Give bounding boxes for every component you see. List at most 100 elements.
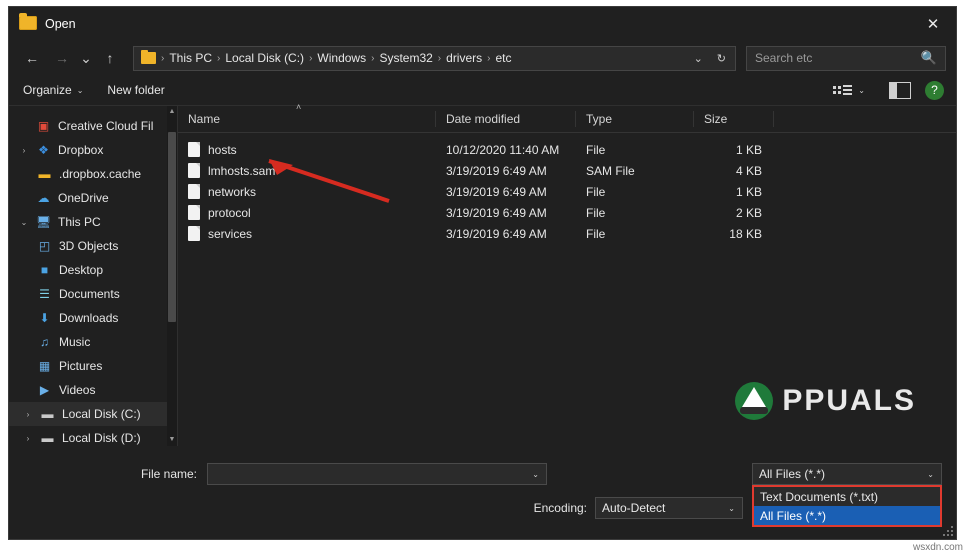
column-header-size[interactable]: Size [694, 111, 774, 127]
table-row[interactable]: services 3/19/2019 6:49 AM File 18 KB [178, 223, 956, 244]
chevron-icon[interactable]: › [23, 434, 33, 443]
drive-icon: ▬ [41, 407, 54, 421]
recent-locations-button[interactable]: ⌄ [79, 45, 93, 71]
chevron-down-icon[interactable]: ⌄ [721, 504, 742, 513]
view-options-button[interactable]: ⌄ [831, 82, 875, 98]
sidebar-item-documents[interactable]: ☰ Documents [9, 282, 177, 306]
encoding-select[interactable]: Auto-Detect ⌄ [595, 497, 743, 519]
help-icon[interactable]: ? [925, 80, 944, 100]
sidebar-item-videos[interactable]: ▶ Videos [9, 378, 177, 402]
sidebar-item-downloads[interactable]: ⬇ Downloads [9, 306, 177, 330]
organize-button[interactable]: Organize ⌄ [21, 83, 93, 97]
breadcrumb-item-0[interactable]: This PC [165, 51, 216, 65]
refresh-icon[interactable]: ↻ [710, 52, 733, 65]
chevron-down-icon[interactable]: ⌄ [525, 470, 546, 479]
new-folder-button[interactable]: New folder [93, 83, 174, 97]
file-type-option-text-documents[interactable]: Text Documents (*.txt) [754, 487, 940, 506]
sidebar-item-label: Desktop [59, 263, 104, 277]
breadcrumb-item-4[interactable]: drivers [442, 51, 486, 65]
file-date-cell: 3/19/2019 6:49 AM [446, 163, 547, 178]
encoding-value: Auto-Detect [602, 501, 666, 515]
file-date-cell: 3/19/2019 6:49 AM [446, 184, 547, 199]
address-bar[interactable]: › This PC › Local Disk (C:) › Windows › … [133, 45, 736, 71]
chevron-down-icon[interactable]: ⌄ [920, 470, 941, 479]
scroll-up-icon[interactable]: ▲ [167, 106, 177, 118]
forward-button[interactable]: → [49, 45, 75, 71]
breadcrumb-item-3[interactable]: System32 [375, 51, 436, 65]
chevron-icon[interactable]: ⌄ [19, 218, 29, 227]
organize-label: Organize [23, 83, 72, 97]
file-name-cell[interactable]: services [178, 226, 436, 241]
file-name-cell[interactable]: protocol [178, 205, 436, 220]
sidebar-item-dropbox[interactable]: › ❖ Dropbox [9, 138, 177, 162]
computer-icon: 🖥 [35, 215, 52, 229]
file-name-input[interactable]: ⌄ [207, 463, 547, 485]
up-button[interactable]: ↑ [97, 45, 123, 71]
back-button[interactable]: ← [19, 45, 45, 71]
annotation-arrow [268, 159, 390, 203]
documents-icon: ☰ [39, 287, 50, 301]
navigation-bar: ← → ⌄ ↑ › This PC › Local Disk (C:) › Wi… [9, 41, 956, 75]
sidebar-item-creative-cloud[interactable]: ▣ Creative Cloud Fil [9, 114, 177, 138]
file-size-cell: 1 KB [735, 184, 762, 199]
preview-pane-icon[interactable] [889, 81, 911, 99]
sidebar-item-onedrive[interactable]: ☁ OneDrive [9, 186, 177, 210]
resize-grip[interactable] [943, 526, 953, 536]
sidebar-item-desktop[interactable]: ■ Desktop [9, 258, 177, 282]
watermark: PPUALS [734, 381, 916, 421]
sidebar-item-label: Pictures [59, 359, 103, 373]
column-header-type[interactable]: Type [576, 111, 694, 127]
chevron-down-icon[interactable]: ⌄ [687, 52, 710, 65]
sidebar-item-local-disk-c[interactable]: › ▬ Local Disk (C:) [9, 402, 177, 426]
file-name-label: protocol [208, 205, 251, 220]
breadcrumb-item-1[interactable]: Local Disk (C:) [221, 51, 308, 65]
file-type-option-all-files[interactable]: All Files (*.*) [754, 506, 940, 525]
close-icon[interactable]: ✕ [910, 7, 956, 41]
column-header-name[interactable]: Name ˄ [178, 102, 436, 127]
sidebar-item-label: Creative Cloud Fil [58, 119, 154, 133]
sidebar-item-pictures[interactable]: ▦ Pictures [9, 354, 177, 378]
file-icon [188, 205, 200, 220]
sidebar-item-3d-objects[interactable]: ◰ 3D Objects [9, 234, 177, 258]
chevron-icon[interactable]: › [23, 410, 33, 419]
chevron-icon[interactable]: › [19, 146, 29, 155]
view-icon [833, 82, 853, 98]
pictures-icon: ▦ [38, 359, 51, 373]
sidebar-scrollbar[interactable]: ▲ ▼ [167, 106, 177, 446]
sidebar-item-label: Downloads [59, 311, 119, 325]
file-icon [188, 142, 200, 157]
sidebar-item-label: Local Disk (C:) [62, 407, 141, 421]
sidebar-item-this-pc[interactable]: ⌄ 🖥 This PC [9, 210, 177, 234]
breadcrumb-item-2[interactable]: Windows [313, 51, 370, 65]
file-type-cell: File [586, 184, 606, 199]
breadcrumb-item-5[interactable]: etc [492, 51, 516, 65]
sort-ascending-icon: ˄ [296, 102, 302, 112]
sidebar-item-music[interactable]: ♫ Music [9, 330, 177, 354]
file-date-cell: 3/19/2019 6:49 AM [446, 226, 547, 241]
search-input[interactable]: Search etc 🔍 [746, 45, 946, 71]
file-name-label: hosts [208, 142, 237, 157]
source-watermark: wsxdn.com [912, 542, 963, 553]
file-size-cell: 18 KB [729, 226, 762, 241]
encoding-label: Encoding: [533, 501, 587, 515]
title-bar: Open ✕ [9, 7, 956, 41]
file-icon [188, 184, 200, 199]
column-header-date-modified[interactable]: Date modified [436, 111, 576, 127]
videos-icon: ▶ [39, 383, 50, 397]
column-label: Date modified [446, 112, 521, 126]
sidebar-item-dropbox-cache[interactable]: ▬ .dropbox.cache [9, 162, 177, 186]
file-type-options-list[interactable]: Text Documents (*.txt) All Files (*.*) [752, 485, 942, 527]
file-type-select[interactable]: All Files (*.*) ⌄ [752, 463, 942, 485]
navigation-pane: ▣ Creative Cloud Fil › ❖ Dropbox ▬ .drop… [9, 106, 178, 446]
creative-cloud-icon: ▣ [37, 119, 50, 133]
scroll-down-icon[interactable]: ▼ [167, 434, 177, 446]
file-type-dropdown[interactable]: All Files (*.*) ⌄ Text Documents (*.txt)… [752, 463, 942, 527]
scrollbar-thumb[interactable] [168, 132, 176, 322]
downloads-icon: ⬇ [39, 311, 50, 325]
file-type-value: All Files (*.*) [759, 467, 826, 481]
address-folder-icon [141, 50, 156, 64]
sidebar-item-local-disk-d[interactable]: › ▬ Local Disk (D:) [9, 426, 177, 446]
sidebar-item-label: OneDrive [58, 191, 109, 205]
open-file-dialog: Open ✕ ← → ⌄ ↑ › This PC › Local Disk (C… [8, 6, 957, 540]
breadcrumb: › This PC › Local Disk (C:) › Windows › … [160, 47, 516, 70]
